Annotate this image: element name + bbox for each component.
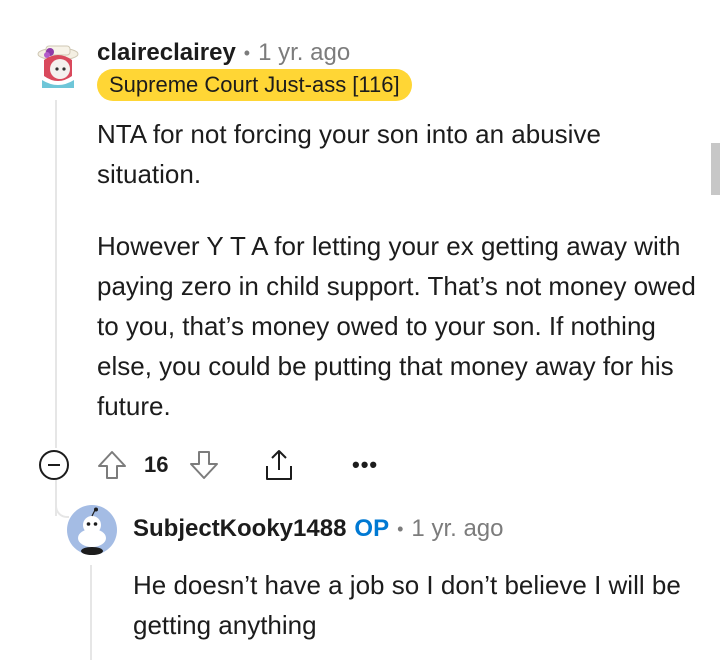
- comment-paragraph: However Y T A for letting your ex gettin…: [97, 231, 696, 421]
- comment-actions: 16 •••: [38, 447, 438, 483]
- username[interactable]: claireclairey: [97, 39, 236, 67]
- separator-dot: •: [243, 42, 251, 63]
- upvote-arrow-icon[interactable]: [96, 449, 128, 481]
- op-badge: OP: [354, 515, 390, 542]
- reply-meta: SubjectKooky1488 OP • 1 yr. ago: [133, 514, 503, 544]
- comment-meta: claireclairey • 1 yr. ago: [97, 38, 350, 68]
- reply-thread-line[interactable]: [90, 565, 92, 660]
- timestamp[interactable]: 1 yr. ago: [411, 515, 503, 543]
- more-options-icon[interactable]: •••: [352, 451, 378, 479]
- downvote-arrow-icon[interactable]: [188, 449, 220, 481]
- collapse-icon[interactable]: [38, 449, 70, 481]
- user-avatar-icon[interactable]: [67, 505, 117, 555]
- share-icon[interactable]: [262, 447, 296, 483]
- separator-dot: •: [397, 518, 404, 539]
- user-avatar-icon[interactable]: [34, 40, 82, 88]
- vote-score: 16: [144, 452, 169, 477]
- scrollbar[interactable]: [711, 143, 720, 195]
- comment-paragraph: NTA for not forcing your son into an abu…: [97, 119, 601, 189]
- reply-body: He doesn’t have a job so I don’t believe…: [133, 565, 703, 645]
- reply-paragraph: He doesn’t have a job so I don’t believe…: [133, 570, 681, 640]
- user-flair: Supreme Court Just-ass [116]: [97, 69, 412, 101]
- username[interactable]: SubjectKooky1488: [133, 515, 346, 543]
- comment-body: NTA for not forcing your son into an abu…: [97, 114, 697, 426]
- thread-line[interactable]: [55, 100, 57, 448]
- timestamp[interactable]: 1 yr. ago: [258, 39, 350, 67]
